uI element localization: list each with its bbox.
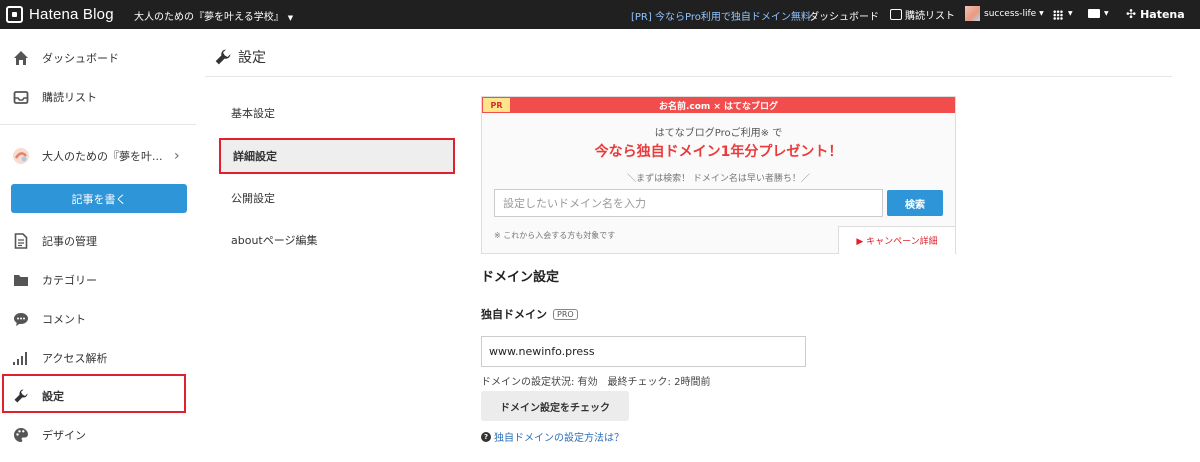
caret-down-icon: ▼ bbox=[1068, 10, 1073, 17]
blog-avatar-icon bbox=[12, 147, 30, 165]
sidebar-item-label: アクセス解析 bbox=[42, 352, 108, 365]
logo-text: Hatena Blog bbox=[29, 5, 114, 23]
custom-domain-label-text: 独自ドメイン bbox=[481, 308, 547, 321]
notification-icon[interactable] bbox=[1088, 9, 1100, 18]
domain-search-button[interactable]: 検索 bbox=[887, 190, 943, 216]
subnav-advanced-settings[interactable]: 詳細設定 bbox=[219, 138, 455, 174]
sidebar-item-label: 大人のための『夢を叶... bbox=[42, 150, 163, 163]
domain-status: ドメインの設定状況: 有効 最終チェック: 2時間前 bbox=[481, 377, 711, 388]
blog-name: 大人のための『夢を叶える学校』 bbox=[134, 12, 284, 23]
dashboard-link[interactable]: ダッシュボード bbox=[809, 8, 879, 23]
sidebar-item-reading-list[interactable]: 購読リスト bbox=[0, 78, 196, 116]
sidebar-item-blog[interactable]: 大人のための『夢を叶... › bbox=[0, 137, 196, 175]
active-item-highlight bbox=[2, 374, 186, 413]
sidebar: ダッシュボード 購読リスト 大人のための『夢を叶... › 記事を書く 記事の管… bbox=[0, 29, 196, 462]
sidebar-item-posts[interactable]: 記事の管理 bbox=[0, 222, 196, 260]
hatena-blog-logo-icon bbox=[6, 5, 23, 23]
pro-badge: PRO bbox=[553, 308, 578, 320]
user-menu[interactable]: success-life ▼ bbox=[965, 6, 1044, 21]
check-domain-button[interactable]: ドメイン設定をチェック bbox=[481, 391, 629, 421]
blog-switcher[interactable]: 大人のための『夢を叶える学校』 ▼ bbox=[134, 8, 293, 23]
page-title-text: 設定 bbox=[238, 50, 266, 66]
write-post-button[interactable]: 記事を書く bbox=[11, 184, 187, 213]
sidebar-item-label: カテゴリー bbox=[42, 274, 97, 287]
sidebar-item-label: デザイン bbox=[42, 429, 86, 442]
top-navbar: Hatena Blog 大人のための『夢を叶える学校』 ▼ [PR] 今ならPro… bbox=[0, 0, 1200, 29]
header-divider bbox=[205, 76, 1172, 77]
folder-icon bbox=[12, 271, 30, 289]
user-avatar bbox=[965, 6, 980, 21]
promo-banner: お名前.com × はてなブログ bbox=[482, 97, 955, 113]
reading-list-icon bbox=[890, 9, 902, 20]
hatena-sparkle-icon: ✣ bbox=[1126, 7, 1137, 21]
caret-down-icon: ▼ bbox=[287, 14, 294, 22]
sidebar-item-label: コメント bbox=[42, 313, 86, 326]
promo-subline: ＼まずは検索！ ドメイン名は早い者勝ち！／ bbox=[627, 174, 810, 184]
subnav-publish-settings[interactable]: 公開設定 bbox=[219, 180, 455, 216]
domain-help-link[interactable]: ? 独自ドメインの設定方法は？ bbox=[481, 429, 624, 444]
home-icon bbox=[12, 49, 30, 67]
comment-icon bbox=[12, 310, 30, 328]
promo-banner-text: お名前.com × はてなブログ bbox=[658, 101, 779, 112]
sidebar-item-comments[interactable]: コメント bbox=[0, 300, 196, 338]
sidebar-item-analytics[interactable]: アクセス解析 bbox=[0, 339, 196, 377]
sidebar-item-label: 記事の管理 bbox=[42, 235, 97, 248]
palette-icon bbox=[12, 426, 30, 444]
username: success-life bbox=[984, 8, 1037, 19]
sidebar-item-dashboard[interactable]: ダッシュボード bbox=[0, 39, 196, 77]
sidebar-item-label: ダッシュボード bbox=[42, 52, 119, 65]
pro-promo-link[interactable]: [PR] 今ならPro利用で独自ドメイン無料 bbox=[631, 8, 811, 23]
promo-note: ※ これから入会する方も対象です bbox=[494, 231, 616, 240]
wrench-icon bbox=[214, 48, 232, 66]
domain-help-label: 独自ドメインの設定方法は？ bbox=[494, 433, 624, 444]
bar-chart-icon bbox=[12, 349, 30, 367]
domain-section-title: ドメイン設定 bbox=[481, 270, 560, 285]
custom-domain-input[interactable] bbox=[481, 336, 806, 367]
custom-domain-label: 独自ドメイン PRO bbox=[481, 306, 578, 322]
apps-grid-icon[interactable] bbox=[1053, 10, 1063, 20]
caret-down-icon: ▼ bbox=[1104, 10, 1109, 17]
sidebar-item-categories[interactable]: カテゴリー bbox=[0, 261, 196, 299]
caret-down-icon: ▼ bbox=[1039, 10, 1044, 17]
domain-search-input[interactable] bbox=[494, 189, 883, 217]
promo-headline: 今なら独自ドメイン1年分プレゼント！ bbox=[594, 144, 843, 160]
sidebar-divider bbox=[0, 124, 196, 125]
subnav-basic-settings[interactable]: 基本設定 bbox=[219, 95, 455, 131]
promo-line: はてなブログProご利用※ で bbox=[654, 128, 783, 139]
page-title: 設定 bbox=[214, 47, 266, 67]
inbox-icon bbox=[12, 88, 30, 106]
pr-tag: PR bbox=[483, 98, 510, 112]
sidebar-item-label: 購読リスト bbox=[42, 91, 97, 104]
hatena-blog-logo[interactable]: Hatena Blog bbox=[6, 4, 114, 24]
chevron-right-icon: › bbox=[174, 148, 180, 164]
domain-promo-box: お名前.com × はてなブログ PR はてなブログProご利用※ で 今なら独… bbox=[481, 96, 956, 254]
document-icon bbox=[12, 232, 30, 250]
question-icon: ? bbox=[481, 431, 491, 442]
hatena-label: Hatena bbox=[1140, 7, 1185, 21]
subnav-about-page[interactable]: aboutページ編集 bbox=[219, 222, 455, 258]
campaign-details-link[interactable]: ▶ キャンペーン詳細 bbox=[838, 226, 955, 254]
reading-list-label: 購読リスト bbox=[905, 11, 955, 22]
sidebar-item-design[interactable]: デザイン bbox=[0, 416, 196, 454]
hatena-link[interactable]: ✣ Hatena bbox=[1126, 7, 1185, 21]
reading-list-link[interactable]: 購読リスト bbox=[890, 7, 955, 22]
